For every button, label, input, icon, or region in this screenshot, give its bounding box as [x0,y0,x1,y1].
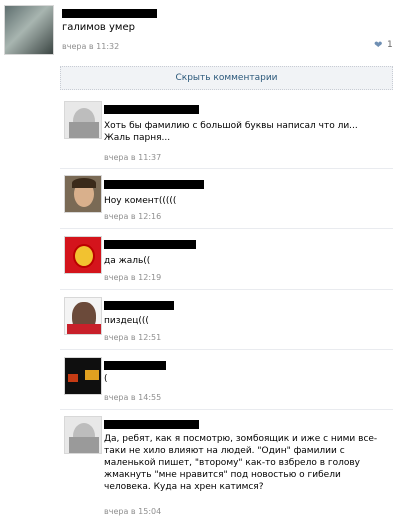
post-author-name-redacted[interactable] [62,9,157,18]
comment-text: пиздец((( [104,316,149,326]
comment-avatar[interactable] [64,236,102,274]
comment-avatar[interactable] [64,101,102,139]
comment-author-redacted[interactable] [104,361,166,370]
comment-text: Да, ребят, как я посмотрю, зомбоящик и и… [104,434,378,492]
comment-time[interactable]: вчера в 14:55 [104,393,161,402]
comment-text: Ноу комент((((( [104,196,177,206]
post-time[interactable]: вчера в 11:32 [62,42,119,51]
comment-separator [60,349,393,350]
post-text: галимов умер [62,22,135,33]
comment-author-redacted[interactable] [104,301,174,310]
comment-text: Хоть бы фамилию с большой буквы написал … [104,121,358,143]
comment-avatar[interactable] [64,297,102,335]
comment-author-redacted[interactable] [104,105,199,114]
comment-avatar[interactable] [64,175,102,213]
comment-time[interactable]: вчера в 15:04 [104,507,161,516]
comment-time[interactable]: вчера в 12:16 [104,212,161,221]
comment-text: ( [104,374,108,384]
comment-time[interactable]: вчера в 11:37 [104,153,161,162]
heart-icon[interactable]: ❤ [374,41,384,51]
comment-text: да жаль(( [104,256,151,266]
comment-separator [60,168,393,169]
comment-separator [60,228,393,229]
comment-time[interactable]: вчера в 12:51 [104,333,161,342]
comment-separator [60,409,393,410]
comment-separator [60,289,393,290]
comment-author-redacted[interactable] [104,180,204,189]
comment-avatar[interactable] [64,416,102,454]
comment-author-redacted[interactable] [104,240,196,249]
like-count: 1 [387,40,393,50]
comment-author-redacted[interactable] [104,420,199,429]
comment-time[interactable]: вчера в 12:19 [104,273,161,282]
hide-comments-button[interactable]: Скрыть комментарии [60,66,393,90]
post-author-avatar[interactable] [4,5,54,55]
comment-avatar[interactable] [64,357,102,395]
